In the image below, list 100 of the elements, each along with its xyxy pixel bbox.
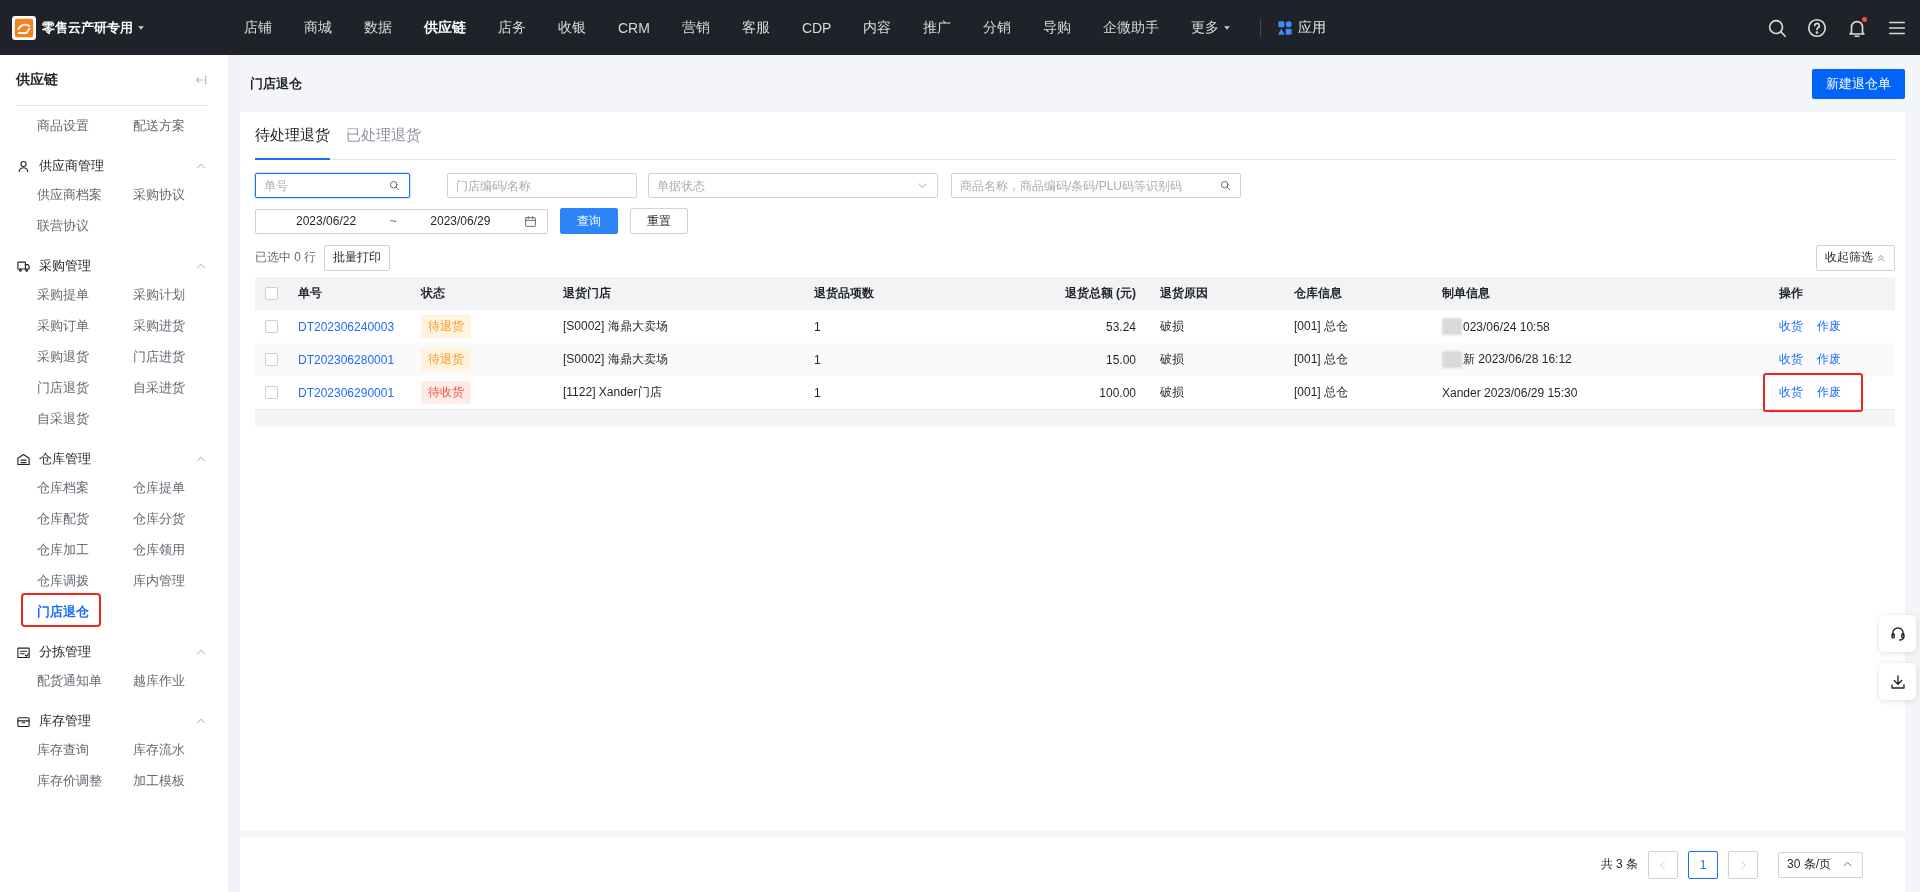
sidebar-item[interactable]: 采购订单 xyxy=(37,316,89,335)
nav-tab[interactable]: 企微助手 xyxy=(1087,18,1176,37)
tab[interactable]: 已处理退货 xyxy=(346,112,421,160)
sidebar-item[interactable]: 供应商档案 xyxy=(37,185,102,204)
sidebar-item[interactable]: 联营协议 xyxy=(37,216,89,235)
sidebar-item[interactable]: 采购进货 xyxy=(133,316,185,335)
sidebar-item[interactable]: 采购计划 xyxy=(133,285,185,304)
support-button[interactable] xyxy=(1879,615,1916,652)
table-cell: 100.00 xyxy=(1099,385,1136,400)
table-cell: [001] 总仓 xyxy=(1294,351,1349,368)
sidebar-item[interactable]: 配送方案 xyxy=(133,116,185,135)
table-cell: 1 xyxy=(814,352,821,367)
action-link[interactable]: 收货 xyxy=(1779,351,1803,368)
nav-tab[interactable]: 供应链 xyxy=(408,18,482,37)
nav-tab[interactable]: 店务 xyxy=(482,18,542,37)
sidebar-item[interactable]: 仓库档案 xyxy=(37,478,89,497)
sidebar-item[interactable]: 门店进货 xyxy=(133,347,185,366)
sidebar-item[interactable]: 库存流水 xyxy=(133,740,185,759)
action-link[interactable]: 收货 xyxy=(1779,318,1803,335)
calendar-icon xyxy=(523,214,537,228)
menu-group-title[interactable]: 供应商管理 xyxy=(39,157,104,175)
nav-tab[interactable]: 营销 xyxy=(665,18,726,37)
sidebar-item[interactable]: 仓库分货 xyxy=(133,509,185,528)
sidebar-item[interactable]: 仓库加工 xyxy=(37,540,89,559)
sidebar-item[interactable]: 加工模板 xyxy=(133,771,185,790)
row-checkbox[interactable] xyxy=(265,386,278,399)
sidebar-item[interactable]: 门店退仓 xyxy=(37,602,89,621)
action-link[interactable]: 作废 xyxy=(1817,384,1841,401)
sidebar-item[interactable]: 自采退货 xyxy=(37,409,89,428)
sidebar-item[interactable]: 库存价调整 xyxy=(37,771,102,790)
row-checkbox[interactable] xyxy=(265,353,278,366)
menu-group-title[interactable]: 仓库管理 xyxy=(39,450,91,468)
action-link[interactable]: 作废 xyxy=(1817,351,1841,368)
selection-count: 已选中 0 行 xyxy=(255,249,317,266)
nav-tab[interactable]: 推广 xyxy=(907,18,968,37)
nav-tab[interactable]: CRM xyxy=(602,19,666,36)
sidebar-item[interactable]: 自采进货 xyxy=(133,378,185,397)
horizontal-scrollbar[interactable] xyxy=(255,409,1895,427)
tab[interactable]: 待处理退货 xyxy=(255,112,330,160)
workspace-switcher[interactable]: 零售云产研专用 xyxy=(42,18,146,37)
nav-tab[interactable]: 店铺 xyxy=(228,18,288,37)
sidebar-item[interactable]: 采购提单 xyxy=(37,285,89,304)
query-button[interactable]: 查询 xyxy=(560,208,618,234)
sidebar-item[interactable]: 库存查询 xyxy=(37,740,89,759)
sidebar-item[interactable]: 商品设置 xyxy=(37,116,89,135)
status-tag: 待退货 xyxy=(421,315,471,338)
sidebar-item[interactable]: 采购协议 xyxy=(133,185,185,204)
sidebar-item[interactable]: 采购退货 xyxy=(37,347,89,366)
order-link[interactable]: DT202306280001 xyxy=(298,352,395,367)
sidebar-item[interactable]: 配货通知单 xyxy=(37,671,102,690)
apps-icon xyxy=(1277,19,1294,36)
collapse-sidebar-icon[interactable] xyxy=(194,73,208,87)
select-all-checkbox[interactable] xyxy=(265,287,278,300)
table-cell: 15.00 xyxy=(1105,352,1136,367)
apps-button[interactable]: 应用 xyxy=(1273,18,1331,37)
sidebar-item[interactable]: 仓库调拨 xyxy=(37,571,89,590)
nav-tab[interactable]: 客服 xyxy=(725,18,786,37)
nav-tab[interactable]: 商城 xyxy=(288,18,348,37)
column-header: 单号 xyxy=(298,285,322,302)
sidebar-item[interactable]: 门店退货 xyxy=(37,378,89,397)
table-cell: Xander 2023/06/29 15:30 xyxy=(1442,385,1578,400)
menu-group-title[interactable]: 采购管理 xyxy=(39,257,91,275)
nav-tab[interactable]: 分销 xyxy=(967,18,1028,37)
reset-button[interactable]: 重置 xyxy=(630,208,688,234)
table-cell: [S0002] 海鼎大卖场 xyxy=(563,351,668,368)
search-icon xyxy=(388,179,401,192)
download-button[interactable] xyxy=(1879,663,1916,700)
nav-tab[interactable]: 更多 xyxy=(1175,18,1249,37)
menu-group-title[interactable]: 库存管理 xyxy=(39,712,91,730)
nav-tab[interactable]: 收银 xyxy=(542,18,602,37)
order-link[interactable]: DT202306290001 xyxy=(298,385,395,400)
sidebar-title: 供应链 xyxy=(16,71,58,89)
order-link[interactable]: DT202306240003 xyxy=(298,319,395,334)
sidebar-item[interactable]: 库内管理 xyxy=(133,571,185,590)
prev-page-button[interactable] xyxy=(1648,850,1678,879)
sidebar-item[interactable]: 越库作业 xyxy=(133,671,185,690)
page-button[interactable]: 1 xyxy=(1688,850,1718,879)
nav-tab[interactable]: 内容 xyxy=(847,18,908,37)
sidebar-item[interactable]: 仓库领用 xyxy=(133,540,185,559)
next-page-button[interactable] xyxy=(1728,850,1758,879)
menu-group-title[interactable]: 分拣管理 xyxy=(39,643,91,661)
create-button[interactable]: 新建退仓单 xyxy=(1812,68,1905,99)
collapse-filter-button[interactable]: 收起筛选 xyxy=(1816,244,1895,271)
house-icon xyxy=(16,451,31,467)
download-icon xyxy=(1888,672,1907,691)
sidebar-item[interactable]: 仓库配货 xyxy=(37,509,89,528)
batch-print-button[interactable]: 批量打印 xyxy=(324,244,391,271)
date-range-field[interactable]: 2023/06/22 ~ 2023/06/29 xyxy=(255,208,548,234)
nav-tab[interactable]: 导购 xyxy=(1027,18,1088,37)
table-cell: 新 2023/06/28 16:12 xyxy=(1463,351,1572,368)
status-select[interactable]: 单据状态 xyxy=(648,173,938,198)
search-field[interactable]: 单号 xyxy=(255,173,410,198)
row-checkbox[interactable] xyxy=(265,320,278,333)
sidebar-item[interactable]: 仓库提单 xyxy=(133,478,185,497)
nav-tab[interactable]: 数据 xyxy=(348,18,408,37)
action-link[interactable]: 收货 xyxy=(1779,384,1803,401)
page-size-select[interactable]: 30 条/页 xyxy=(1778,851,1863,878)
help-icon[interactable] xyxy=(1806,16,1828,39)
action-link[interactable]: 作废 xyxy=(1817,318,1841,335)
nav-tab[interactable]: CDP xyxy=(785,19,848,36)
